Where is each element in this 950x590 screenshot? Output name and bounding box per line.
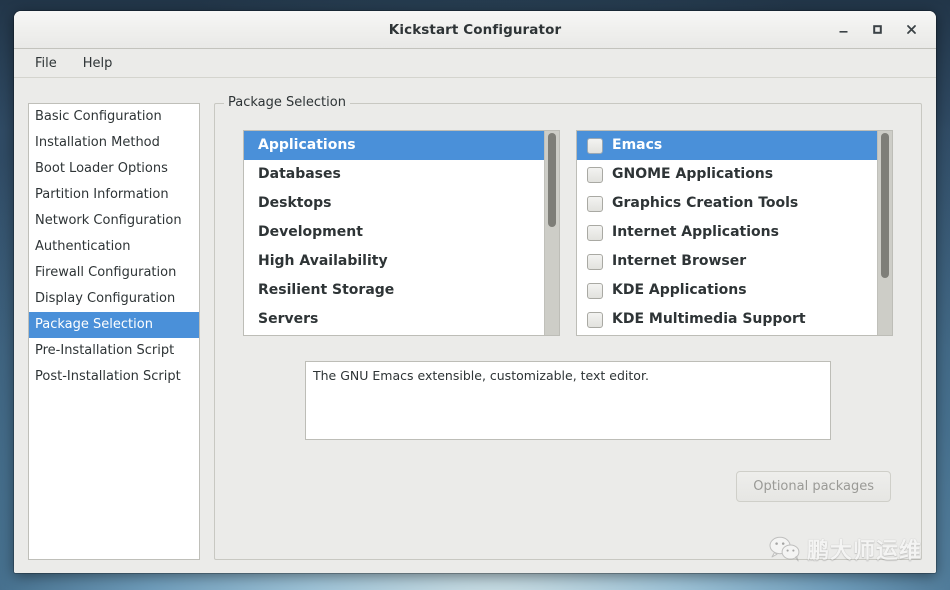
sidebar-item-authentication[interactable]: Authentication	[29, 234, 199, 260]
category-list-items[interactable]: Applications Databases Desktops Development…	[244, 131, 544, 335]
package-label: Graphics Creation Tools	[612, 195, 799, 211]
window-controls	[826, 11, 928, 48]
category-label: Servers	[258, 311, 319, 327]
sidebar-item-firewall-configuration[interactable]: Firewall Configuration	[29, 260, 199, 286]
package-row[interactable]: GNOME Applications	[577, 160, 877, 189]
category-row[interactable]: Applications	[244, 131, 544, 160]
sidebar-item-label: Package Selection	[35, 317, 153, 332]
category-label: Development	[258, 224, 363, 240]
category-row[interactable]: Servers	[244, 305, 544, 334]
category-label: Databases	[258, 166, 341, 182]
sidebar-item-display-configuration[interactable]: Display Configuration	[29, 286, 199, 312]
sidebar-item-label: Authentication	[35, 239, 131, 254]
description-area: The GNU Emacs extensible, customizable, …	[233, 336, 903, 440]
sidebar-item-label: Display Configuration	[35, 291, 176, 306]
menubar: File Help	[14, 49, 936, 78]
category-row[interactable]: High Availability	[244, 247, 544, 276]
close-icon	[906, 25, 916, 34]
package-row[interactable]: Graphics Creation Tools	[577, 189, 877, 218]
maximize-button[interactable]	[860, 16, 894, 44]
sidebar-item-partition-information[interactable]: Partition Information	[29, 182, 199, 208]
sidebar-navigation-list[interactable]: Basic Configuration Installation Method Bo…	[28, 103, 200, 560]
package-selection-group: Package Selection Applications Databases D…	[214, 95, 922, 560]
button-row: Optional packages	[233, 440, 903, 502]
sidebar-item-label: Partition Information	[35, 187, 169, 202]
package-description-box: The GNU Emacs extensible, customizable, …	[305, 361, 831, 440]
package-checkbox[interactable]	[587, 137, 603, 154]
package-checkbox[interactable]	[587, 224, 603, 241]
package-scrollbar-thumb[interactable]	[881, 133, 889, 278]
sidebar-item-pre-installation-script[interactable]: Pre-Installation Script	[29, 338, 199, 364]
package-checkbox[interactable]	[587, 282, 603, 299]
sidebar-item-installation-method[interactable]: Installation Method	[29, 130, 199, 156]
package-label: KDE Multimedia Support	[612, 311, 806, 327]
sidebar-item-label: Pre-Installation Script	[35, 343, 175, 358]
package-list-items[interactable]: Emacs GNOME Applications Graphics Creation…	[577, 131, 877, 335]
package-scrollbar[interactable]	[877, 131, 892, 335]
category-scrollbar[interactable]	[544, 131, 559, 335]
sidebar-item-boot-loader-options[interactable]: Boot Loader Options	[29, 156, 199, 182]
category-label: Resilient Storage	[258, 282, 395, 298]
window-title: Kickstart Configurator	[388, 21, 562, 38]
category-row[interactable]: Databases	[244, 160, 544, 189]
package-lists-row: Applications Databases Desktops Development…	[233, 122, 903, 336]
sidebar-item-label: Post-Installation Script	[35, 369, 181, 384]
category-label: Applications	[258, 137, 356, 153]
minimize-icon	[839, 31, 847, 33]
category-row[interactable]: Desktops	[244, 189, 544, 218]
package-row[interactable]: KDE Multimedia Support	[577, 305, 877, 334]
package-description-text: The GNU Emacs extensible, customizable, …	[313, 368, 649, 383]
maximize-icon	[872, 25, 882, 34]
menu-file[interactable]: File	[24, 53, 68, 74]
package-label: Emacs	[612, 137, 663, 153]
application-window: Kickstart Configurator File Help Basic C…	[14, 11, 936, 573]
main-content: Basic Configuration Installation Method Bo…	[14, 78, 936, 573]
package-checkbox[interactable]	[587, 166, 603, 183]
group-label: Package Selection	[224, 95, 350, 110]
category-label: High Availability	[258, 253, 388, 269]
package-label: Internet Applications	[612, 224, 779, 240]
menu-help[interactable]: Help	[72, 53, 124, 74]
package-row[interactable]: Internet Browser	[577, 247, 877, 276]
package-label: Internet Browser	[612, 253, 747, 269]
sidebar-item-label: Basic Configuration	[35, 109, 162, 124]
category-listbox[interactable]: Applications Databases Desktops Development…	[243, 130, 560, 336]
sidebar-item-label: Firewall Configuration	[35, 265, 177, 280]
sidebar-item-label: Network Configuration	[35, 213, 182, 228]
package-checkbox[interactable]	[587, 195, 603, 212]
category-row[interactable]: Development	[244, 218, 544, 247]
package-row[interactable]: Internet Applications	[577, 218, 877, 247]
sidebar-item-network-configuration[interactable]: Network Configuration	[29, 208, 199, 234]
minimize-button[interactable]	[826, 16, 860, 44]
category-scrollbar-thumb[interactable]	[548, 133, 556, 227]
package-label: KDE Applications	[612, 282, 747, 298]
optional-packages-button[interactable]: Optional packages	[736, 471, 891, 502]
package-row[interactable]: Emacs	[577, 131, 877, 160]
package-label: GNOME Applications	[612, 166, 774, 182]
sidebar-item-package-selection[interactable]: Package Selection	[29, 312, 199, 338]
package-listbox[interactable]: Emacs GNOME Applications Graphics Creation…	[576, 130, 893, 336]
sidebar-item-post-installation-script[interactable]: Post-Installation Script	[29, 364, 199, 390]
package-checkbox[interactable]	[587, 253, 603, 270]
category-label: Desktops	[258, 195, 332, 211]
category-row[interactable]: Resilient Storage	[244, 276, 544, 305]
sidebar-item-label: Boot Loader Options	[35, 161, 168, 176]
package-row[interactable]: KDE Applications	[577, 276, 877, 305]
sidebar-item-label: Installation Method	[35, 135, 160, 150]
sidebar-item-basic-configuration[interactable]: Basic Configuration	[29, 104, 199, 130]
close-button[interactable]	[894, 16, 928, 44]
package-checkbox[interactable]	[587, 311, 603, 328]
window-titlebar: Kickstart Configurator	[14, 11, 936, 49]
